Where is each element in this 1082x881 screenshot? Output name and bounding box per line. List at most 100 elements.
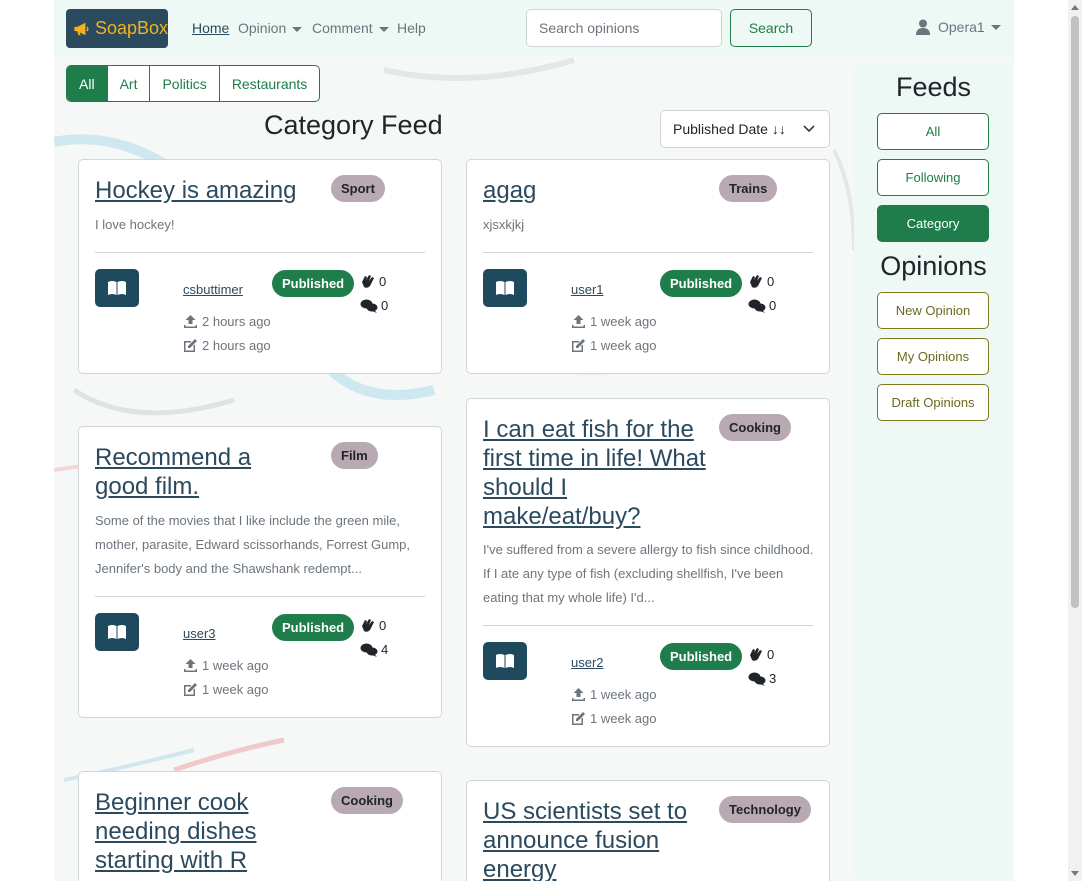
feed-all-button[interactable]: All <box>877 113 989 150</box>
nav-opinion-label: Opinion <box>238 20 287 36</box>
chevron-down-icon <box>803 125 815 133</box>
nav-opinion-dropdown[interactable]: Opinion <box>238 20 303 36</box>
nav-help-link[interactable]: Help <box>397 20 426 36</box>
scroll-down-arrow-icon[interactable] <box>1071 871 1079 876</box>
feed-following-button[interactable]: Following <box>877 159 989 196</box>
upload-icon <box>184 315 197 328</box>
comment-count: 3 <box>748 671 776 686</box>
opinion-card: US scientists set to announce fusion ene… <box>466 780 830 881</box>
edited-time-value: 1 week ago <box>590 338 657 353</box>
comment-count-value: 3 <box>769 671 777 686</box>
comments-icon <box>360 643 378 657</box>
comment-count: 0 <box>748 298 776 313</box>
author-link[interactable]: user3 <box>183 626 216 641</box>
category-badge: Film <box>331 442 378 469</box>
comments-icon <box>748 299 766 313</box>
sort-selected-value: Published Date ↓↓ <box>673 121 786 137</box>
published-time-value: 2 hours ago <box>202 314 271 329</box>
sort-select[interactable]: Published Date ↓↓ <box>660 110 830 148</box>
read-opinion-button[interactable] <box>95 269 139 307</box>
published-time-value: 1 week ago <box>590 314 657 329</box>
chevron-down-icon <box>990 24 1001 30</box>
category-badge: Cooking <box>719 414 791 441</box>
author-link[interactable]: user2 <box>571 655 604 670</box>
comment-count-value: 4 <box>381 642 389 657</box>
opinion-title-link[interactable]: Beginner cook needing dishes starting wi… <box>95 788 305 875</box>
user-menu-dropdown[interactable]: Opera1 <box>916 19 1001 35</box>
book-open-icon <box>108 281 126 295</box>
opinion-excerpt: I've suffered from a severe allergy to f… <box>483 542 814 605</box>
edited-time-value: 1 week ago <box>202 682 269 697</box>
edit-icon <box>184 339 197 352</box>
clap-count-value: 0 <box>767 647 775 662</box>
opinion-card: Recommend a good film. Film Some of the … <box>78 426 442 718</box>
clap-count-value: 0 <box>379 274 387 289</box>
published-time-value: 1 week ago <box>202 658 269 673</box>
clap-count: 0 <box>360 618 386 633</box>
opinion-card: I can eat fish for the first time in lif… <box>466 398 830 747</box>
book-open-icon <box>496 281 514 295</box>
clap-icon <box>362 275 374 288</box>
clap-icon <box>750 648 762 661</box>
published-time: 1 week ago <box>571 314 657 329</box>
opinion-title-link[interactable]: agag <box>483 176 713 205</box>
search-input[interactable] <box>526 9 722 47</box>
new-opinion-button[interactable]: New Opinion <box>877 292 989 329</box>
edited-time-value: 2 hours ago <box>202 338 271 353</box>
comment-count-value: 0 <box>381 298 389 313</box>
filter-restaurants[interactable]: Restaurants <box>220 66 319 101</box>
category-filter-group: All Art Politics Restaurants <box>66 65 321 102</box>
edited-time: 1 week ago <box>571 338 657 353</box>
scrollbar-thumb[interactable] <box>1071 16 1079 608</box>
read-opinion-button[interactable] <box>95 613 139 651</box>
read-opinion-button[interactable] <box>483 642 527 680</box>
comments-icon <box>748 672 766 686</box>
clap-icon <box>750 275 762 288</box>
nav-home-link[interactable]: Home <box>192 20 229 36</box>
read-opinion-button[interactable] <box>483 269 527 307</box>
opinion-title-link[interactable]: US scientists set to announce fusion ene… <box>483 797 713 881</box>
card-divider <box>483 625 813 626</box>
draft-opinions-button[interactable]: Draft Opinions <box>877 384 989 421</box>
edited-time: 1 week ago <box>183 682 269 697</box>
opinion-card: Hockey is amazing Sport I love hockey! c… <box>78 159 442 374</box>
brand-logo[interactable]: SoapBox <box>66 9 168 48</box>
page-title: Category Feed <box>264 110 443 140</box>
opinion-excerpt: Some of the movies that I like include t… <box>95 513 411 576</box>
feed-category-button[interactable]: Category <box>877 205 989 242</box>
edit-icon <box>184 683 197 696</box>
my-opinions-button[interactable]: My Opinions <box>877 338 989 375</box>
category-badge: Technology <box>719 796 811 823</box>
filter-all[interactable]: All <box>67 66 108 101</box>
opinion-excerpt: xjsxkjkj <box>483 217 525 232</box>
published-time-value: 1 week ago <box>590 687 657 702</box>
book-open-icon <box>108 625 126 639</box>
edited-time-value: 1 week ago <box>590 711 657 726</box>
feeds-heading: Feeds <box>895 72 972 102</box>
scroll-up-arrow-icon[interactable] <box>1071 5 1079 10</box>
edit-icon <box>572 712 585 725</box>
opinion-title-link[interactable]: I can eat fish for the first time in lif… <box>483 415 713 531</box>
opinion-title-link[interactable]: Hockey is amazing <box>95 176 325 205</box>
card-divider <box>95 252 425 253</box>
search-button[interactable]: Search <box>730 9 812 47</box>
user-icon <box>916 19 930 35</box>
brand-name: SoapBox <box>94 18 168 38</box>
author-link[interactable]: user1 <box>571 282 604 297</box>
edited-time: 1 week ago <box>571 711 657 726</box>
published-time: 1 week ago <box>571 687 657 702</box>
filter-politics[interactable]: Politics <box>150 66 220 101</box>
nav-comment-dropdown[interactable]: Comment <box>312 20 389 36</box>
opinion-title-link[interactable]: Recommend a good film. <box>95 443 295 501</box>
comments-icon <box>360 299 378 313</box>
page-scrollbar[interactable] <box>1068 0 1082 881</box>
filter-art[interactable]: Art <box>108 66 151 101</box>
card-divider <box>95 596 425 597</box>
chevron-down-icon <box>292 26 303 32</box>
comment-count: 0 <box>360 298 388 313</box>
nav-comment-label: Comment <box>312 20 373 36</box>
comment-count-value: 0 <box>769 298 777 313</box>
clap-count: 0 <box>748 647 774 662</box>
author-link[interactable]: csbuttimer <box>183 282 243 297</box>
upload-icon <box>572 688 585 701</box>
